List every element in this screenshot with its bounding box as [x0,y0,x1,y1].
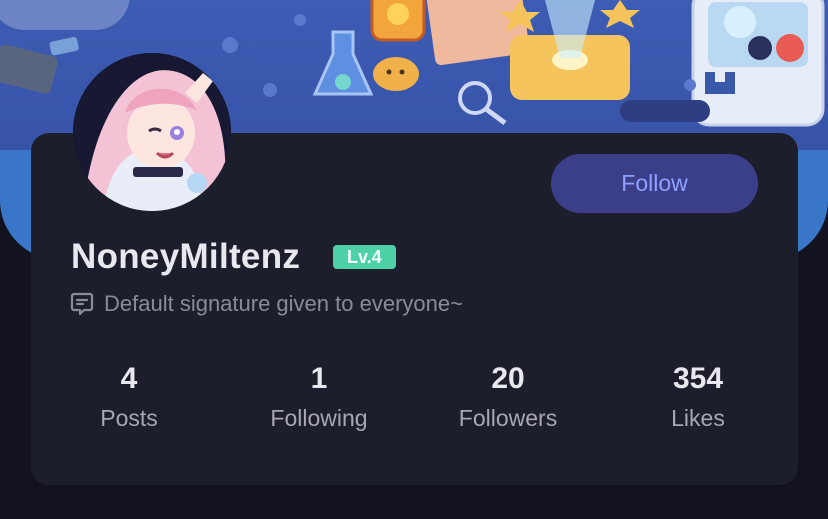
stat-likes[interactable]: 354 Likes [603,362,793,432]
level-badge: Lv.4 [333,245,396,269]
avatar-illustration [73,53,231,211]
stat-value: 1 [310,362,328,395]
stat-value: 4 [120,362,138,395]
stat-label: Following [270,405,368,431]
stat-posts[interactable]: 4 Posts [34,362,224,432]
follow-button[interactable]: Follow [551,154,758,213]
stat-label: Likes [671,405,725,431]
signature-row: Default signature given to everyone~ [70,290,463,318]
avatar[interactable] [73,53,231,211]
signature-text: Default signature given to everyone~ [104,291,463,316]
stat-value: 20 [491,362,525,395]
back-button[interactable] [0,0,130,30]
username: NoneyMiltenz [71,237,301,276]
stat-value: 354 [672,362,724,395]
stat-followers[interactable]: 20 Followers [413,362,603,432]
chat-bubble-icon [70,292,94,316]
stat-following[interactable]: 1 Following [224,362,414,432]
stat-label: Followers [458,405,558,431]
stat-label: Posts [100,405,158,431]
